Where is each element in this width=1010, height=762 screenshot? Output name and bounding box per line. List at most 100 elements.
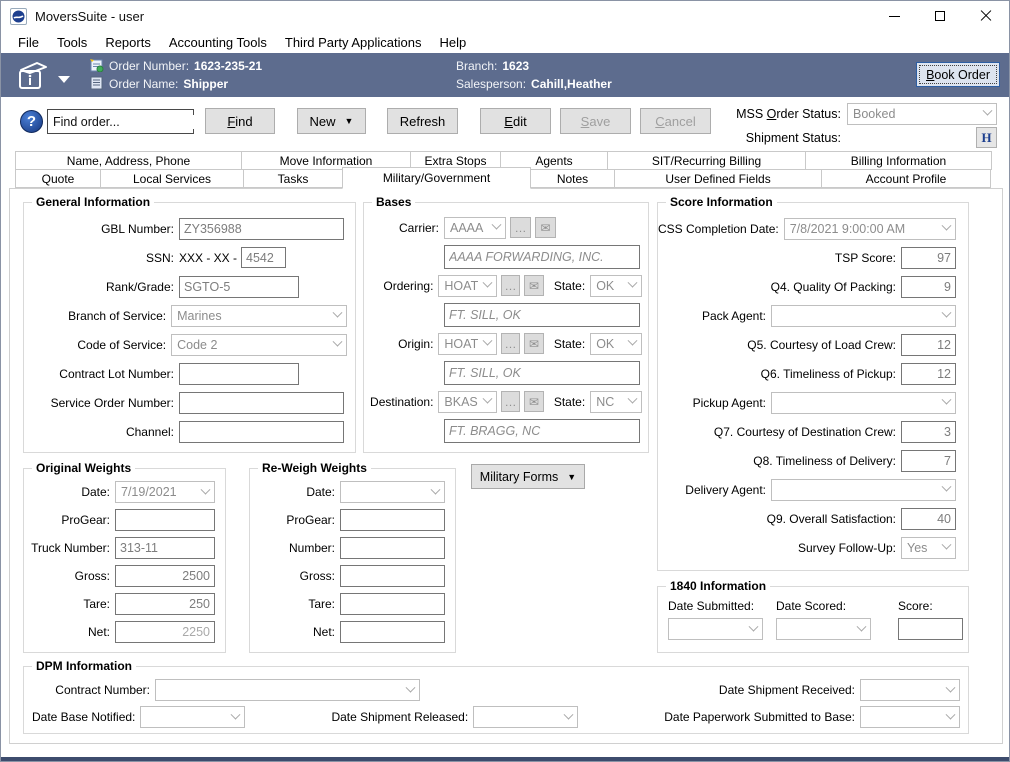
ordering-email-button[interactable]: ✉	[524, 275, 544, 296]
cancel-button[interactable]: Cancel	[640, 108, 711, 134]
close-button[interactable]	[963, 1, 1009, 31]
ordering-name-input[interactable]	[444, 303, 640, 327]
carrier-code-select[interactable]: AAAA	[444, 217, 506, 239]
carrier-email-button[interactable]: ✉	[535, 217, 556, 238]
menu-accounting-tools[interactable]: Accounting Tools	[160, 33, 276, 52]
find-order-combobox[interactable]: ▼	[47, 109, 194, 134]
date-scored-select[interactable]	[776, 618, 871, 640]
q4-input[interactable]	[901, 276, 956, 298]
save-button[interactable]: Save	[560, 108, 631, 134]
css-completion-date-select[interactable]: 7/8/2021 9:00:00 AM	[784, 218, 956, 240]
date-base-notified-label: Date Base Notified:	[32, 710, 135, 724]
origin-email-button[interactable]: ✉	[524, 333, 544, 354]
tab-notes[interactable]: Notes	[530, 169, 615, 188]
destination-lookup-button[interactable]: …	[501, 391, 521, 412]
origin-name-input[interactable]	[444, 361, 640, 385]
origin-state-select[interactable]: OK	[590, 333, 642, 355]
tab-quote[interactable]: Quote	[15, 169, 101, 188]
ow-truck-number-input[interactable]	[115, 537, 215, 559]
contract-number-select[interactable]	[155, 679, 420, 701]
menu-help[interactable]: Help	[430, 33, 475, 52]
survey-follow-up-select[interactable]: Yes	[901, 537, 956, 559]
minimize-button[interactable]	[871, 1, 917, 31]
tsp-score-input[interactable]	[901, 247, 956, 269]
ordering-code-select[interactable]: HOAT	[438, 275, 496, 297]
military-forms-button[interactable]: Military Forms▼	[471, 464, 585, 489]
date-shipment-released-select[interactable]	[473, 706, 578, 728]
carrier-lookup-button[interactable]: …	[510, 217, 531, 238]
new-button[interactable]: New▼	[297, 108, 366, 134]
pack-agent-select[interactable]	[771, 305, 956, 327]
tab-account-profile[interactable]: Account Profile	[821, 169, 991, 188]
tab-billing-information[interactable]: Billing Information	[805, 151, 992, 170]
q8-input[interactable]	[901, 450, 956, 472]
help-icon[interactable]: ?	[20, 110, 43, 133]
date-submitted-select[interactable]	[668, 618, 763, 640]
rw-net-input[interactable]	[340, 621, 445, 643]
ssn-last4-input[interactable]	[241, 247, 286, 268]
tab-user-defined-fields[interactable]: User Defined Fields	[614, 169, 822, 188]
reweigh-weights-title: Re-Weigh Weights	[258, 461, 371, 475]
tab-name-address-phone[interactable]: Name, Address, Phone	[15, 151, 242, 170]
ow-progear-input[interactable]	[115, 509, 215, 531]
carrier-name-input[interactable]	[444, 245, 640, 269]
edit-button[interactable]: Edit	[480, 108, 551, 134]
find-button[interactable]: Find	[205, 108, 275, 134]
delivery-agent-select[interactable]	[771, 479, 956, 501]
date-base-notified-select[interactable]	[140, 706, 245, 728]
date-shipment-received-select[interactable]	[860, 679, 960, 701]
destination-email-button[interactable]: ✉	[524, 391, 544, 412]
order-number-label: Order Number:	[109, 59, 189, 73]
ow-gross-input[interactable]	[115, 565, 215, 587]
contract-lot-number-input[interactable]	[179, 363, 299, 385]
rank-grade-input[interactable]	[179, 276, 299, 298]
rw-gross-input[interactable]	[340, 565, 445, 587]
tab-local-services[interactable]: Local Services	[100, 169, 244, 188]
shipment-status-label: Shipment Status:	[746, 131, 841, 145]
home-icon[interactable]	[13, 59, 51, 94]
history-button[interactable]: H	[976, 127, 997, 148]
refresh-button[interactable]: Refresh	[387, 108, 458, 134]
ow-gross-label: Gross:	[24, 569, 110, 583]
ordering-state-select[interactable]: OK	[590, 275, 642, 297]
destination-name-input[interactable]	[444, 419, 640, 443]
rw-number-input[interactable]	[340, 537, 445, 559]
book-order-button[interactable]: Book Order	[916, 62, 1000, 87]
pickup-agent-select[interactable]	[771, 392, 956, 414]
tab-military-government[interactable]: Military/Government	[342, 167, 531, 189]
service-order-number-input[interactable]	[179, 392, 344, 414]
ow-date-select[interactable]: 7/19/2021	[115, 481, 215, 503]
destination-code-select[interactable]: BKAS	[438, 391, 496, 413]
score-1840-input[interactable]	[898, 618, 963, 640]
menu-third-party-applications[interactable]: Third Party Applications	[276, 33, 431, 52]
origin-lookup-button[interactable]: …	[501, 333, 521, 354]
rw-tare-input[interactable]	[340, 593, 445, 615]
origin-code-select[interactable]: HOAT	[438, 333, 496, 355]
rw-date-select[interactable]	[340, 481, 445, 503]
q5-input[interactable]	[901, 334, 956, 356]
date-paperwork-select[interactable]	[860, 706, 960, 728]
ow-tare-input[interactable]	[115, 593, 215, 615]
mss-order-status-select[interactable]: Booked	[847, 103, 997, 125]
menu-tools[interactable]: Tools	[48, 33, 96, 52]
q9-input[interactable]	[901, 508, 956, 530]
menu-reports[interactable]: Reports	[96, 33, 160, 52]
code-of-service-select[interactable]: Code 2	[171, 334, 347, 356]
tab-tasks[interactable]: Tasks	[243, 169, 343, 188]
ordering-lookup-button[interactable]: …	[501, 275, 521, 296]
home-menu-caret-icon[interactable]	[58, 76, 70, 83]
branch-of-service-select[interactable]: Marines	[171, 305, 347, 327]
find-order-input[interactable]	[48, 115, 219, 129]
q7-input[interactable]	[901, 421, 956, 443]
q6-input[interactable]	[901, 363, 956, 385]
gbl-number-input[interactable]	[179, 218, 344, 240]
rw-progear-input[interactable]	[340, 509, 445, 531]
chevron-down-icon	[749, 621, 759, 631]
channel-input[interactable]	[179, 421, 344, 443]
menu-file[interactable]: File	[9, 33, 48, 52]
tab-sit-recurring-billing[interactable]: SIT/Recurring Billing	[607, 151, 806, 170]
original-weights-title: Original Weights	[32, 461, 135, 475]
destination-state-select[interactable]: NC	[590, 391, 642, 413]
ow-truck-number-label: Truck Number:	[24, 541, 110, 555]
maximize-button[interactable]	[917, 1, 963, 31]
